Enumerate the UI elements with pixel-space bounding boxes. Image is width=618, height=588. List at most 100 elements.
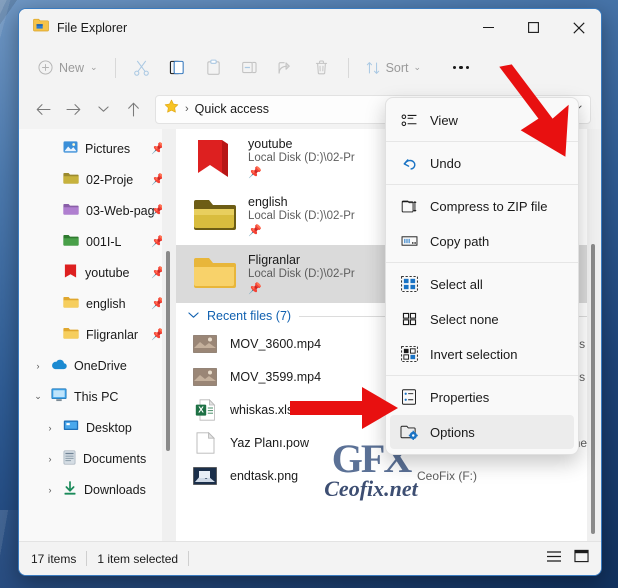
- sidebar-item-desktop[interactable]: › Desktop: [22, 412, 173, 443]
- back-arrow-icon: [36, 103, 51, 115]
- context-menu-compress-to-zip-file[interactable]: Compress to ZIP file: [390, 189, 574, 223]
- properties-icon: [400, 388, 418, 406]
- new-button[interactable]: New ⌄: [29, 56, 107, 79]
- copy-button[interactable]: [160, 53, 196, 83]
- context-menu-select-all[interactable]: Select all: [390, 267, 574, 301]
- context-menu-properties[interactable]: Properties: [390, 380, 574, 414]
- forward-button[interactable]: [59, 95, 87, 123]
- sidebar-item-label: Pictures: [85, 141, 131, 156]
- sidebar-item-03-web-pag[interactable]: 03-Web-pag 📌: [22, 195, 173, 226]
- file-list-scrollbar[interactable]: [587, 129, 601, 541]
- context-menu-divider: [386, 184, 578, 185]
- chevron-right-icon[interactable]: ›: [44, 454, 56, 464]
- window-controls: [466, 9, 601, 46]
- context-menu-label: Options: [430, 424, 475, 440]
- copy-path-icon: [400, 232, 418, 250]
- sort-icon: [366, 61, 379, 74]
- recent-file-name: endtask.png: [230, 468, 299, 483]
- pin-icon[interactable]: 📌: [248, 166, 355, 179]
- sidebar-item-label: 001I-L: [86, 234, 122, 249]
- chevron-right-icon[interactable]: ›: [44, 423, 56, 433]
- delete-button[interactable]: [304, 53, 340, 83]
- toolbar-divider-2: [347, 57, 349, 78]
- downloads-icon: [63, 480, 77, 499]
- context-menu-label: Select all: [430, 276, 483, 292]
- close-button[interactable]: [556, 9, 601, 46]
- plus-circle-icon: [38, 60, 53, 75]
- window-title: File Explorer: [57, 20, 128, 35]
- context-menu-invert-selection[interactable]: Invert selection: [390, 337, 574, 371]
- select-all-icon: [400, 275, 418, 293]
- status-divider: [86, 551, 88, 566]
- minimize-button[interactable]: [466, 9, 511, 46]
- image-thumb-icon: [192, 464, 218, 488]
- recent-locations-button[interactable]: [89, 95, 117, 123]
- sidebar-item-documents[interactable]: › Documents: [22, 443, 173, 474]
- sidebar-item-02-proje[interactable]: 02-Proje 📌: [22, 164, 173, 195]
- excel-icon: X: [192, 398, 218, 422]
- recent-file-name: Yaz Planı.pow: [230, 435, 309, 450]
- sidebar-item-001i-l[interactable]: 001I-L 📌: [22, 226, 173, 257]
- chevron-right-icon[interactable]: ›: [32, 361, 44, 371]
- recent-file-location: CeoFix (F:): [417, 468, 477, 483]
- recent-file-row[interactable]: endtask.png CeoFix (F:): [176, 459, 601, 492]
- thispc-icon: [51, 388, 67, 405]
- copy-icon: [169, 60, 184, 75]
- navigation-list: Pictures 📌 02-Proje 📌 03-Web-pag 📌 001I-L 📌 yout…: [19, 133, 176, 505]
- cut-button[interactable]: [124, 53, 160, 83]
- sort-button[interactable]: Sort ⌄: [357, 56, 429, 80]
- sidebar-item-label: Fligranlar: [86, 327, 139, 342]
- sidebar-item-pictures[interactable]: Pictures 📌: [22, 133, 173, 164]
- pin-icon[interactable]: 📌: [248, 282, 355, 295]
- sidebar-item-youtube[interactable]: youtube 📌: [22, 257, 173, 288]
- context-menu-select-none[interactable]: Select none: [390, 302, 574, 336]
- navigation-scrollbar[interactable]: [162, 129, 176, 541]
- annotation-arrow-to-see-more: [499, 64, 569, 157]
- see-more-button[interactable]: [443, 53, 479, 83]
- chevron-down-icon[interactable]: ⌄: [32, 391, 44, 402]
- context-menu-options[interactable]: Options: [390, 415, 574, 449]
- rename-button[interactable]: [232, 53, 268, 83]
- forward-arrow-icon: [65, 103, 80, 115]
- status-divider-2: [188, 551, 190, 566]
- maximize-button[interactable]: [511, 9, 556, 46]
- folder-name: youtube: [248, 137, 293, 151]
- folder-red: [192, 138, 236, 178]
- svg-text:X: X: [198, 404, 204, 414]
- back-button[interactable]: [29, 95, 57, 123]
- pictures-icon: [63, 140, 78, 157]
- up-button[interactable]: [119, 95, 147, 123]
- sidebar-item-label: Documents: [83, 451, 147, 466]
- sidebar-item-onedrive[interactable]: › OneDrive: [22, 350, 173, 381]
- context-menu-label: Compress to ZIP file: [430, 198, 548, 214]
- title-bar: File Explorer: [19, 9, 601, 46]
- folder-yellow: [63, 326, 79, 343]
- paste-button[interactable]: [196, 53, 232, 83]
- invert-selection-icon: [400, 345, 418, 363]
- navigation-pane[interactable]: Pictures 📌 02-Proje 📌 03-Web-pag 📌 001I-L 📌 yout…: [19, 129, 176, 541]
- paste-icon: [207, 59, 220, 75]
- folder-red: [63, 264, 78, 281]
- sidebar-item-this-pc[interactable]: ⌄ This PC: [22, 381, 173, 412]
- sidebar-item-label: youtube: [85, 265, 130, 280]
- title-bar-left: File Explorer: [33, 18, 127, 37]
- context-menu-divider: [386, 375, 578, 376]
- annotation-arrow-to-options: [290, 387, 398, 429]
- zip-icon: [400, 197, 418, 215]
- blank-file-icon: [192, 431, 218, 455]
- chevron-right-icon[interactable]: ›: [44, 485, 56, 495]
- sidebar-item-english[interactable]: english 📌: [22, 288, 173, 319]
- pin-icon[interactable]: 📌: [248, 224, 355, 237]
- share-button[interactable]: [268, 53, 304, 83]
- details-view-icon[interactable]: [546, 550, 562, 568]
- sidebar-item-downloads[interactable]: › Downloads: [22, 474, 173, 505]
- folder-purple: [63, 202, 79, 219]
- chevron-down-icon-recent[interactable]: [188, 311, 199, 322]
- sidebar-item-fligranlar[interactable]: Fligranlar 📌: [22, 319, 173, 350]
- video-thumb-icon: [192, 365, 218, 389]
- large-icons-view-icon[interactable]: [574, 549, 589, 568]
- navigation-scrollbar-thumb[interactable]: [166, 251, 170, 451]
- context-menu-copy-path[interactable]: Copy path: [390, 224, 574, 258]
- context-menu-label: Select none: [430, 311, 499, 327]
- file-list-scrollbar-thumb[interactable]: [591, 244, 595, 534]
